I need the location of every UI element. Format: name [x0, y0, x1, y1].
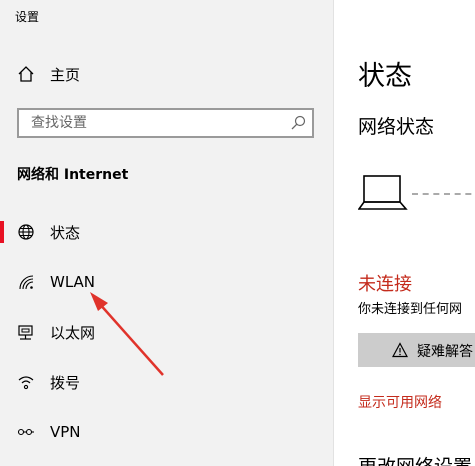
sidebar-item-label: 以太网 — [50, 323, 96, 342]
connection-line — [412, 193, 475, 195]
main-panel: 状态 网络状态 未连接 你未连接到任何网 疑难解答 显示可用网络 更改网络设置 — [334, 0, 475, 466]
dialup-icon — [16, 372, 36, 392]
globe-icon — [16, 222, 36, 242]
page-title: 状态 — [358, 61, 412, 92]
troubleshoot-label: 疑难解答 — [417, 344, 473, 360]
vpn-icon — [16, 422, 36, 442]
network-status-heading: 网络状态 — [358, 116, 435, 138]
warning-icon — [391, 342, 409, 362]
sidebar-item-vpn[interactable]: VPN — [0, 412, 333, 452]
laptop-icon — [357, 174, 410, 216]
connection-status: 未连接 — [358, 274, 412, 295]
search-box[interactable] — [17, 108, 314, 138]
show-networks-link[interactable]: 显示可用网络 — [358, 392, 442, 412]
sidebar-item-label: WLAN — [50, 273, 96, 291]
sidebar-item-label: VPN — [50, 423, 81, 441]
section-title: 网络和 Internet — [17, 167, 129, 183]
troubleshoot-button[interactable]: 疑难解答 — [358, 333, 475, 367]
connection-description: 你未连接到任何网 — [358, 302, 463, 317]
sidebar-item-label: 状态 — [50, 223, 81, 242]
sidebar-item-dialup[interactable]: 拨号 — [0, 362, 333, 402]
sidebar-item-status[interactable]: 状态 — [0, 212, 333, 252]
home-icon — [16, 64, 36, 84]
wifi-icon — [16, 272, 36, 292]
change-settings-heading: 更改网络设置 — [358, 452, 472, 466]
sidebar-item-ethernet[interactable]: 以太网 — [0, 312, 333, 352]
ethernet-icon — [16, 322, 36, 342]
search-input[interactable] — [29, 114, 283, 132]
sidebar-item-label: 拨号 — [50, 373, 81, 392]
search-icon[interactable] — [290, 115, 306, 131]
window-title: 设置 — [15, 10, 40, 24]
sidebar-item-label: 主页 — [50, 65, 81, 84]
sidebar: 设置 主页 网络和 Internet 状态 WLAN 以太网 — [0, 0, 334, 466]
sidebar-item-wlan[interactable]: WLAN — [0, 262, 333, 302]
sidebar-item-home[interactable]: 主页 — [0, 54, 333, 94]
